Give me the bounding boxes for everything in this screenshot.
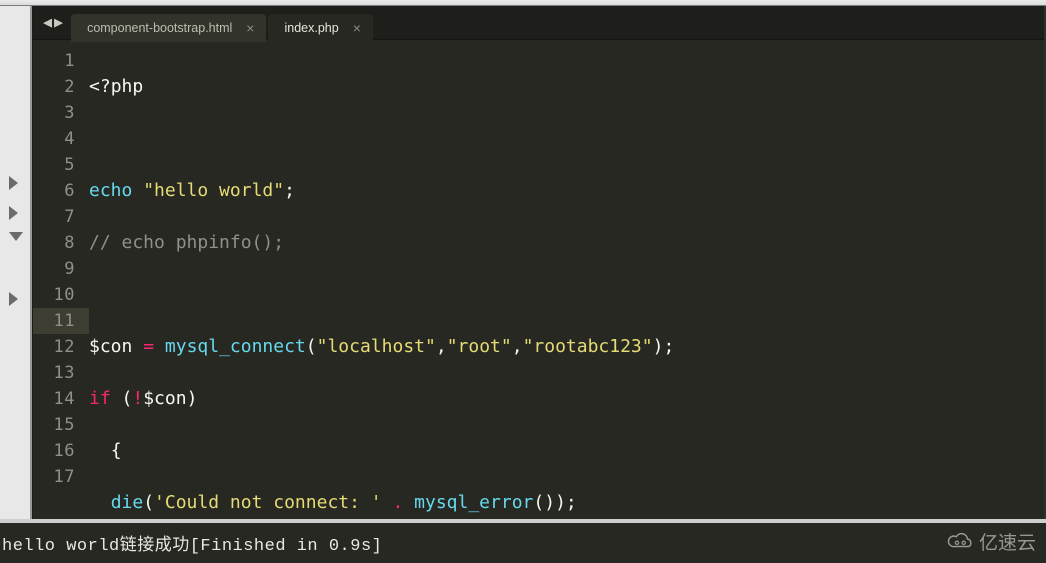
code-token: mysql_error [414, 492, 533, 513]
build-output-text: hello world链接成功[Finished in 0.9s] [0, 522, 1046, 563]
code-token [132, 180, 143, 201]
code-token: mysql_connect [165, 336, 306, 357]
line-number: 6 [33, 178, 75, 204]
code-token [382, 492, 393, 513]
line-number: 2 [33, 74, 75, 100]
code-token: 'Could not connect: ' [154, 492, 382, 513]
line-number: 9 [33, 256, 75, 282]
tab-bar: ◀ ▶ component-bootstrap.html × index.php… [33, 6, 1046, 40]
code-token: if [89, 388, 111, 409]
nav-back-icon[interactable]: ◀ [43, 15, 52, 30]
fold-marker-icon[interactable] [9, 206, 18, 220]
code-token: echo [89, 180, 132, 201]
code-token [89, 440, 111, 461]
code-token: $con [143, 388, 186, 409]
fold-marker-down-icon[interactable] [9, 232, 23, 241]
code-token: . [392, 492, 403, 513]
fold-marker-icon[interactable] [9, 292, 18, 306]
tab-component-bootstrap[interactable]: component-bootstrap.html × [71, 14, 266, 42]
code-token: ( [143, 492, 154, 513]
tab-label: component-bootstrap.html [87, 21, 232, 35]
line-number: 14 [33, 386, 75, 412]
code-token: ( [306, 336, 317, 357]
line-number: 1 [33, 48, 75, 74]
editor-app: ◀ ▶ component-bootstrap.html × index.php… [0, 6, 1046, 519]
code-line[interactable] [89, 282, 1046, 308]
code-token [154, 336, 165, 357]
line-number: 7 [33, 204, 75, 230]
code-token [89, 492, 111, 513]
close-icon[interactable]: × [246, 21, 254, 35]
code-token: "localhost" [317, 336, 436, 357]
code-token: ; [663, 336, 674, 357]
code-token: () [533, 492, 555, 513]
fold-marker-icon[interactable] [9, 176, 18, 190]
code-token: ) [653, 336, 664, 357]
code-line[interactable]: die('Could not connect: ' . mysql_error(… [89, 490, 1046, 516]
code-area[interactable]: 1 2 3 4 5 6 7 8 9 10 11 12 13 14 15 16 1… [33, 40, 1046, 519]
close-icon[interactable]: × [353, 21, 361, 35]
php-open-tag: <? [89, 76, 111, 97]
code-token [403, 492, 414, 513]
code-token: ; [566, 492, 577, 513]
code-line[interactable]: $con = mysql_connect("localhost","root",… [89, 334, 1046, 360]
code-token: , [436, 336, 447, 357]
code-token: ) [555, 492, 566, 513]
line-number-gutter: 1 2 3 4 5 6 7 8 9 10 11 12 13 14 15 16 1… [33, 46, 89, 519]
code-token: die [111, 492, 144, 513]
line-number: 10 [33, 282, 75, 308]
fold-gutter [0, 6, 32, 519]
tab-index-php[interactable]: index.php × [268, 14, 372, 42]
line-number: 3 [33, 100, 75, 126]
line-number: 17 [33, 464, 75, 490]
code-token: $con [89, 336, 132, 357]
line-number: 12 [33, 334, 75, 360]
code-token: { [111, 440, 122, 461]
code-line[interactable]: echo "hello world"; [89, 178, 1046, 204]
tab-history-nav: ◀ ▶ [37, 15, 71, 30]
line-number: 13 [33, 360, 75, 386]
code-line[interactable] [89, 126, 1046, 152]
code-token: ! [132, 388, 143, 409]
code-line[interactable]: // echo phpinfo(); [89, 230, 1046, 256]
code-token: ( [122, 388, 133, 409]
code-token: ; [284, 180, 295, 201]
tab-label: index.php [284, 21, 338, 35]
code-token [132, 336, 143, 357]
code-token: "rootabc123" [523, 336, 653, 357]
code-token: = [143, 336, 154, 357]
line-number: 4 [33, 126, 75, 152]
code-line[interactable]: if (!$con) [89, 386, 1046, 412]
line-number: 15 [33, 412, 75, 438]
code-body[interactable]: <?php echo "hello world"; // echo phpinf… [89, 46, 1046, 519]
line-number: 8 [33, 230, 75, 256]
line-number: 16 [33, 438, 75, 464]
code-line[interactable]: { [89, 438, 1046, 464]
code-comment: // echo phpinfo(); [89, 232, 284, 253]
code-line[interactable]: <?php [89, 74, 1046, 100]
line-number: 11 [33, 308, 89, 334]
code-token: "root" [447, 336, 512, 357]
code-token: ) [187, 388, 198, 409]
nav-forward-icon[interactable]: ▶ [54, 15, 63, 30]
build-output-panel: hello world链接成功[Finished in 0.9s] [0, 519, 1046, 563]
code-token: , [512, 336, 523, 357]
code-token: php [111, 76, 144, 97]
code-token: "hello world" [143, 180, 284, 201]
code-editor: ◀ ▶ component-bootstrap.html × index.php… [32, 6, 1046, 519]
code-token [111, 388, 122, 409]
line-number: 5 [33, 152, 75, 178]
